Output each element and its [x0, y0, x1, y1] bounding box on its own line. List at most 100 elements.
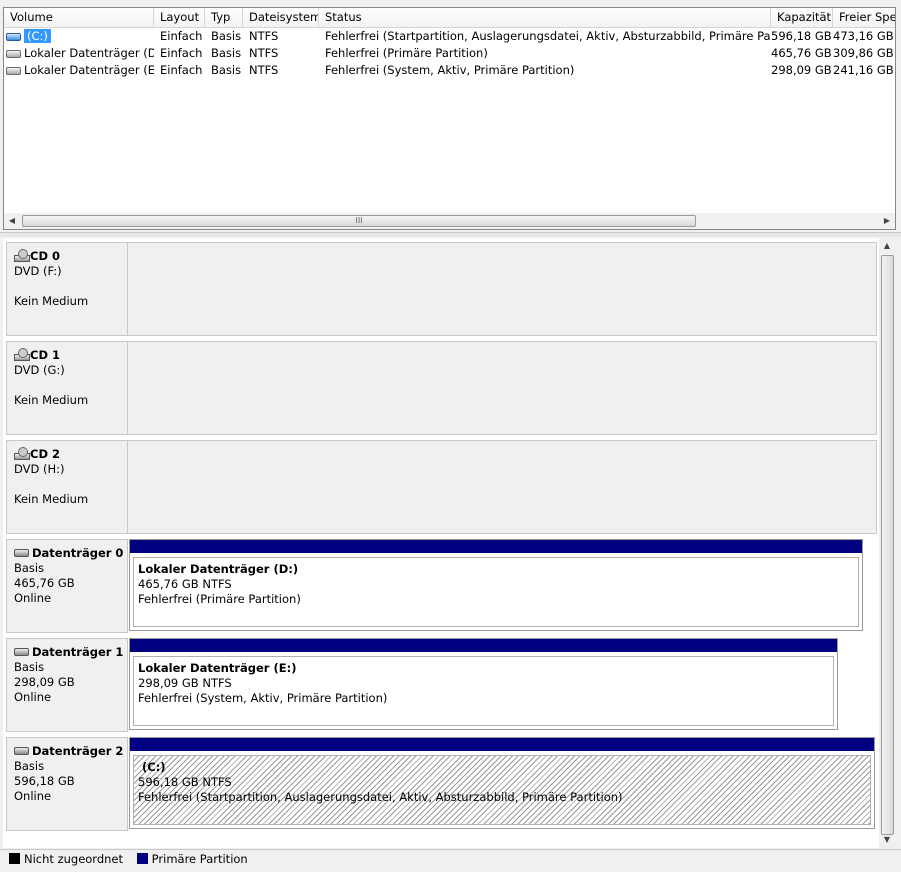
column-header-volume[interactable]: Volume [4, 8, 154, 27]
partition-size: 465,76 GB NTFS [138, 577, 232, 591]
volume-cell-name: Lokaler Datenträger (E:) [4, 62, 154, 79]
disk-area: Lokaler Datenträger (D:) 465,76 GB NTFS … [127, 539, 867, 633]
partition-d[interactable]: Lokaler Datenträger (D:) 465,76 GB NTFS … [129, 539, 863, 631]
hard-disk-icon [14, 648, 29, 656]
volume-cell-status: Fehlerfrei (Startpartition, Auslagerungs… [325, 29, 771, 43]
partition-box-selected[interactable]: (C:) 596,18 GB NTFS Fehlerfrei (Startpar… [133, 755, 871, 825]
disk-info: DVD (H:) [14, 462, 65, 476]
disk-status: Kein Medium [14, 393, 89, 407]
volume-list-header: Volume Layout Typ Dateisystem Status Kap… [4, 8, 895, 28]
disk-row-disk0[interactable]: Datenträger 0 Basis 465,76 GB Online Lok… [3, 535, 879, 634]
legend-label: Primäre Partition [151, 852, 248, 866]
partition-status: Fehlerfrei (System, Aktiv, Primäre Parti… [138, 691, 388, 705]
disk-name: Datenträger 0 [32, 546, 124, 560]
disk-info: DVD (G:) [14, 363, 65, 377]
scroll-right-arrow-icon[interactable]: ▶ [879, 213, 895, 229]
scroll-grip-icon: III [355, 216, 363, 225]
disk-size: 298,09 GB [14, 675, 75, 689]
drive-icon [6, 33, 21, 41]
disk-area-empty [127, 341, 877, 435]
disk-label[interactable]: Datenträger 0 Basis 465,76 GB Online [6, 539, 128, 633]
partition-status: Fehlerfrei (Startpartition, Auslagerungs… [138, 790, 623, 804]
disk-row-disk1[interactable]: Datenträger 1 Basis 298,09 GB Online Lok… [3, 634, 879, 733]
disk-map[interactable]: CD 0 DVD (F:) Kein Medium CD 1 DVD (G:) … [3, 238, 896, 848]
disk-label[interactable]: Datenträger 2 Basis 596,18 GB Online [6, 737, 128, 831]
volume-cell-status: Fehlerfrei (System, Aktiv, Primäre Parti… [325, 63, 575, 77]
cd-drive-icon [14, 447, 30, 460]
column-header-filesystem[interactable]: Dateisystem [243, 8, 319, 27]
disk-info: DVD (F:) [14, 264, 62, 278]
disk-type: Basis [14, 660, 45, 674]
disk-status: Online [14, 690, 52, 704]
volume-cell-type: Basis [211, 63, 242, 77]
pane-splitter[interactable] [0, 232, 901, 237]
volume-row-c[interactable]: (C:) Einfach Basis NTFS Fehlerfrei (Star… [4, 28, 895, 45]
legend-item-primary: Primäre Partition [136, 852, 248, 866]
volume-row-e[interactable]: Lokaler Datenträger (E:) Einfach Basis N… [4, 62, 895, 79]
disk-status: Online [14, 591, 52, 605]
horizontal-scroll-thumb[interactable]: III [22, 215, 696, 227]
vertical-scroll-thumb[interactable] [881, 255, 894, 835]
volume-cell-name: (C:) [4, 28, 154, 45]
scroll-down-arrow-icon[interactable]: ▼ [879, 832, 895, 848]
volume-cell-free-space: 241,16 GB [833, 63, 894, 77]
partition-box[interactable]: Lokaler Datenträger (E:) 298,09 GB NTFS … [133, 656, 834, 726]
primary-partition-bar [130, 738, 874, 751]
partition-status: Fehlerfrei (Primäre Partition) [138, 592, 301, 606]
hard-disk-icon [14, 747, 29, 755]
column-header-free-space[interactable]: Freier Spei [833, 8, 895, 27]
disk-type: Basis [14, 759, 45, 773]
disk-status: Online [14, 789, 52, 803]
hard-disk-icon [14, 549, 29, 557]
disk-name: Datenträger 2 [32, 744, 124, 758]
volume-cell-type: Basis [211, 29, 242, 43]
disk-info [14, 279, 127, 294]
disk-label[interactable]: Datenträger 1 Basis 298,09 GB Online [6, 638, 128, 732]
legend-label: Nicht zugeordnet [24, 852, 124, 866]
disk-area: Lokaler Datenträger (E:) 298,09 GB NTFS … [127, 638, 843, 732]
disk-type: Basis [14, 561, 45, 575]
disk-size: 465,76 GB [14, 576, 75, 590]
volume-cell-layout: Einfach [160, 46, 203, 60]
disk-area-empty [127, 440, 877, 534]
volume-list[interactable]: Volume Layout Typ Dateisystem Status Kap… [3, 7, 896, 230]
disk-info [14, 477, 127, 492]
disk-row-cd2[interactable]: CD 2 DVD (H:) Kein Medium [3, 436, 879, 535]
disk-name: CD 0 [30, 249, 60, 263]
primary-partition-bar [130, 540, 862, 553]
disk-label[interactable]: CD 1 DVD (G:) Kein Medium [6, 341, 128, 435]
cd-drive-icon [14, 348, 30, 361]
horizontal-scrollbar[interactable]: ◀ III ▶ [4, 213, 895, 229]
disk-name: CD 2 [30, 447, 60, 461]
disk-status: Kein Medium [14, 294, 89, 308]
disk-label[interactable]: CD 0 DVD (F:) Kein Medium [6, 242, 128, 336]
volume-row-d[interactable]: Lokaler Datenträger (D:) Einfach Basis N… [4, 45, 895, 62]
volume-cell-layout: Einfach [160, 29, 203, 43]
disk-row-disk2[interactable]: Datenträger 2 Basis 596,18 GB Online (C:… [3, 733, 879, 832]
disk-name: Datenträger 1 [32, 645, 124, 659]
partition-e[interactable]: Lokaler Datenträger (E:) 298,09 GB NTFS … [129, 638, 838, 730]
column-header-type[interactable]: Typ [205, 8, 243, 27]
scroll-left-arrow-icon[interactable]: ◀ [4, 213, 20, 229]
disk-name: CD 1 [30, 348, 60, 362]
cd-drive-icon [14, 249, 30, 262]
volume-cell-status: Fehlerfrei (Primäre Partition) [325, 46, 488, 60]
partition-c[interactable]: (C:) 596,18 GB NTFS Fehlerfrei (Startpar… [129, 737, 875, 829]
partition-name: Lokaler Datenträger (E:) [138, 661, 297, 675]
scroll-up-arrow-icon[interactable]: ▲ [879, 238, 895, 254]
volume-cell-capacity: 596,18 GB [771, 29, 832, 43]
legend: Nicht zugeordnet Primäre Partition [0, 849, 901, 872]
partition-box[interactable]: Lokaler Datenträger (D:) 465,76 GB NTFS … [133, 557, 859, 627]
volume-cell-name: Lokaler Datenträger (D:) [4, 45, 154, 62]
disk-label[interactable]: CD 2 DVD (H:) Kein Medium [6, 440, 128, 534]
column-header-capacity[interactable]: Kapazität [771, 8, 833, 27]
volume-cell-capacity: 465,76 GB [771, 46, 832, 60]
column-header-status[interactable]: Status [319, 8, 771, 27]
drive-icon [6, 67, 21, 75]
column-header-layout[interactable]: Layout [154, 8, 205, 27]
volume-cell-free-space: 473,16 GB [833, 29, 894, 43]
disk-row-cd0[interactable]: CD 0 DVD (F:) Kein Medium [3, 238, 879, 337]
disk-status: Kein Medium [14, 492, 89, 506]
disk-row-cd1[interactable]: CD 1 DVD (G:) Kein Medium [3, 337, 879, 436]
vertical-scrollbar[interactable]: ▲ ▼ [879, 238, 896, 848]
